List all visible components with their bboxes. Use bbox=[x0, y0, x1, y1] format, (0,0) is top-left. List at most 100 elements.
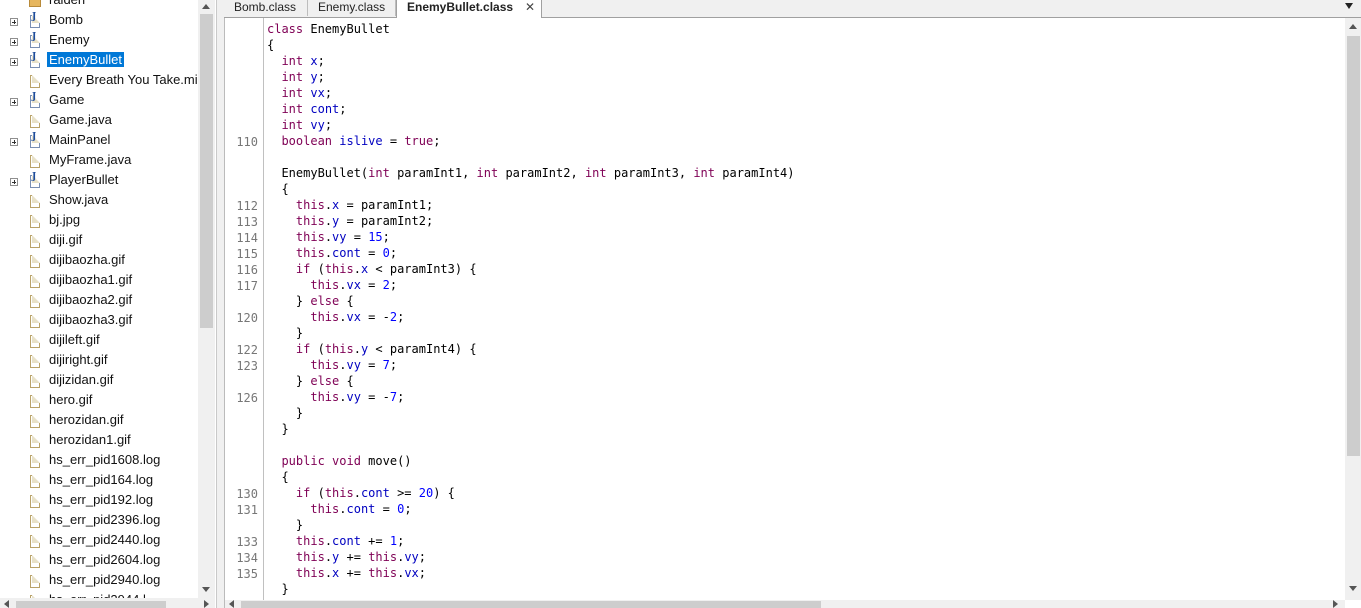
scroll-down-arrow-icon[interactable] bbox=[1349, 586, 1357, 591]
tab-bomb-class[interactable]: Bomb.class bbox=[224, 0, 308, 16]
file-tree-panel: raiden Bomb Enemy EnemyBullet Every Breath Y… bbox=[0, 0, 217, 608]
tree-item-label: herozidan1.gif bbox=[49, 432, 131, 447]
file-icon bbox=[30, 195, 40, 208]
tree-item-label: Game bbox=[49, 92, 85, 107]
code-line: { bbox=[267, 38, 275, 52]
file-tree: raiden Bomb Enemy EnemyBullet Every Breath Y… bbox=[0, 0, 198, 598]
editor-horizontal-scrollbar[interactable] bbox=[225, 600, 1345, 608]
scroll-left-arrow-icon[interactable] bbox=[229, 600, 234, 608]
tree-item[interactable]: hs_err_pid2604.log bbox=[0, 552, 198, 572]
expand-plus-icon[interactable] bbox=[10, 38, 18, 46]
code-line: class EnemyBullet bbox=[267, 22, 390, 36]
tree-item[interactable]: dijibaozha.gif bbox=[0, 252, 198, 272]
editor-hscroll-thumb[interactable] bbox=[241, 601, 821, 608]
expand-plus-icon[interactable] bbox=[10, 98, 18, 106]
tree-item[interactable]: Game bbox=[0, 92, 198, 112]
tree-item-label: hs_err_pid2440.log bbox=[49, 532, 161, 547]
tree-item[interactable]: hs_err_pid2396.log bbox=[0, 512, 198, 532]
tree-item[interactable]: PlayerBullet bbox=[0, 172, 198, 192]
tree-item[interactable]: bj.jpg bbox=[0, 212, 198, 232]
tree-item-label: EnemyBullet bbox=[47, 52, 124, 67]
java-class-icon bbox=[30, 12, 40, 28]
tree-item[interactable]: Show.java bbox=[0, 192, 198, 212]
code-line: EnemyBullet(int paramInt1, int paramInt2… bbox=[267, 166, 795, 180]
close-icon[interactable]: ✕ bbox=[525, 0, 535, 14]
file-icon bbox=[30, 155, 40, 168]
line-number: 114 bbox=[236, 231, 258, 245]
tree-item[interactable]: Bomb bbox=[0, 12, 198, 32]
tree-item[interactable]: EnemyBullet bbox=[0, 52, 198, 72]
tree-item[interactable]: hs_err_pid2940.log bbox=[0, 572, 198, 592]
tree-item[interactable]: hero.gif bbox=[0, 392, 198, 412]
code-line: int cont; bbox=[281, 102, 347, 116]
tree-hscroll-thumb[interactable] bbox=[16, 601, 166, 608]
line-number: 115 bbox=[236, 247, 258, 261]
tree-item[interactable]: dijibaozha3.gif bbox=[0, 312, 198, 332]
expand-plus-icon[interactable] bbox=[10, 178, 18, 186]
tree-item[interactable]: dijileft.gif bbox=[0, 332, 198, 352]
code-line: this.x += this.vx; bbox=[295, 566, 427, 580]
scroll-left-arrow-icon[interactable] bbox=[4, 600, 9, 608]
tree-horizontal-scrollbar[interactable] bbox=[0, 598, 215, 608]
tab-enemy-class[interactable]: Enemy.class bbox=[308, 0, 396, 16]
tree-item[interactable]: hs_err_pid1608.log bbox=[0, 452, 198, 472]
tab-label: EnemyBullet.class bbox=[407, 0, 514, 14]
tree-item[interactable]: herozidan1.gif bbox=[0, 432, 198, 452]
file-icon bbox=[30, 475, 40, 488]
scroll-down-arrow-icon[interactable] bbox=[202, 587, 210, 592]
line-number: 133 bbox=[236, 535, 258, 549]
code-editor[interactable]: 110 112 113 114 115 116 117 120 122 123 126 130 131 1… bbox=[224, 18, 1361, 608]
tree-item-label: hs_err_pid2604.log bbox=[49, 552, 161, 567]
file-icon bbox=[30, 115, 40, 128]
expand-plus-icon[interactable] bbox=[10, 18, 18, 26]
tree-item-label: hs_err_pid192.log bbox=[49, 492, 154, 507]
tree-item[interactable]: hs_err_pid2440.log bbox=[0, 532, 198, 552]
tree-scroll-thumb[interactable] bbox=[200, 14, 213, 328]
tree-item[interactable]: raiden bbox=[0, 0, 198, 12]
tab-enemybullet-class[interactable]: EnemyBullet.class ✕ bbox=[396, 0, 542, 18]
chevron-down-icon[interactable] bbox=[1345, 3, 1353, 9]
tree-item-label: dijibaozha3.gif bbox=[49, 312, 133, 327]
code-line: this.y = paramInt2; bbox=[295, 214, 434, 228]
scroll-right-arrow-icon[interactable] bbox=[1333, 600, 1338, 608]
tree-item[interactable]: Enemy bbox=[0, 32, 198, 52]
tree-item[interactable]: dijibaozha1.gif bbox=[0, 272, 198, 292]
tree-item[interactable]: herozidan.gif bbox=[0, 412, 198, 432]
tree-item[interactable]: diji.gif bbox=[0, 232, 198, 252]
tree-item[interactable]: MainPanel bbox=[0, 132, 198, 152]
file-icon bbox=[30, 315, 40, 328]
tree-item[interactable]: dijizidan.gif bbox=[0, 372, 198, 392]
tree-item[interactable]: Every Breath You Take.mi bbox=[0, 72, 198, 92]
code-line: } else { bbox=[267, 374, 354, 388]
expand-plus-icon[interactable] bbox=[10, 138, 18, 146]
editor-scroll-thumb[interactable] bbox=[1347, 36, 1360, 456]
line-number: 112 bbox=[236, 199, 258, 213]
tree-item[interactable]: dijibaozha2.gif bbox=[0, 292, 198, 312]
tree-item[interactable]: dijiright.gif bbox=[0, 352, 198, 372]
scroll-up-arrow-icon[interactable] bbox=[1349, 24, 1357, 29]
line-number-gutter: 110 112 113 114 115 116 117 120 122 123 126 130 131 1… bbox=[225, 18, 264, 600]
file-icon bbox=[30, 455, 40, 468]
tree-item[interactable]: MyFrame.java bbox=[0, 152, 198, 172]
file-icon bbox=[30, 575, 40, 588]
scroll-right-arrow-icon[interactable] bbox=[204, 600, 209, 608]
editor-tab-bar: Bomb.class Enemy.class EnemyBullet.class… bbox=[224, 0, 1361, 18]
tree-item[interactable]: hs_err_pid164.log bbox=[0, 472, 198, 492]
tree-item-label: diji.gif bbox=[49, 232, 83, 247]
editor-vertical-scrollbar[interactable] bbox=[1345, 18, 1361, 600]
line-number: 131 bbox=[236, 503, 258, 517]
code-area[interactable]: class EnemyBullet { int x; int y; int vx;… bbox=[267, 18, 1339, 598]
scroll-up-arrow-icon[interactable] bbox=[202, 4, 210, 9]
tree-item[interactable]: hs_err_pid192.log bbox=[0, 492, 198, 512]
tree-item[interactable]: Game.java bbox=[0, 112, 198, 132]
tree-item-label: herozidan.gif bbox=[49, 412, 124, 427]
expand-plus-icon[interactable] bbox=[10, 58, 18, 66]
line-number: 126 bbox=[236, 391, 258, 405]
java-class-icon bbox=[30, 132, 40, 148]
tree-item-label: bj.jpg bbox=[49, 212, 81, 227]
code-line: if (this.y < paramInt4) { bbox=[295, 342, 477, 356]
line-number: 122 bbox=[236, 343, 258, 357]
tree-vertical-scrollbar[interactable] bbox=[198, 0, 215, 598]
code-line: int vy; bbox=[281, 118, 333, 132]
file-icon bbox=[30, 215, 40, 228]
